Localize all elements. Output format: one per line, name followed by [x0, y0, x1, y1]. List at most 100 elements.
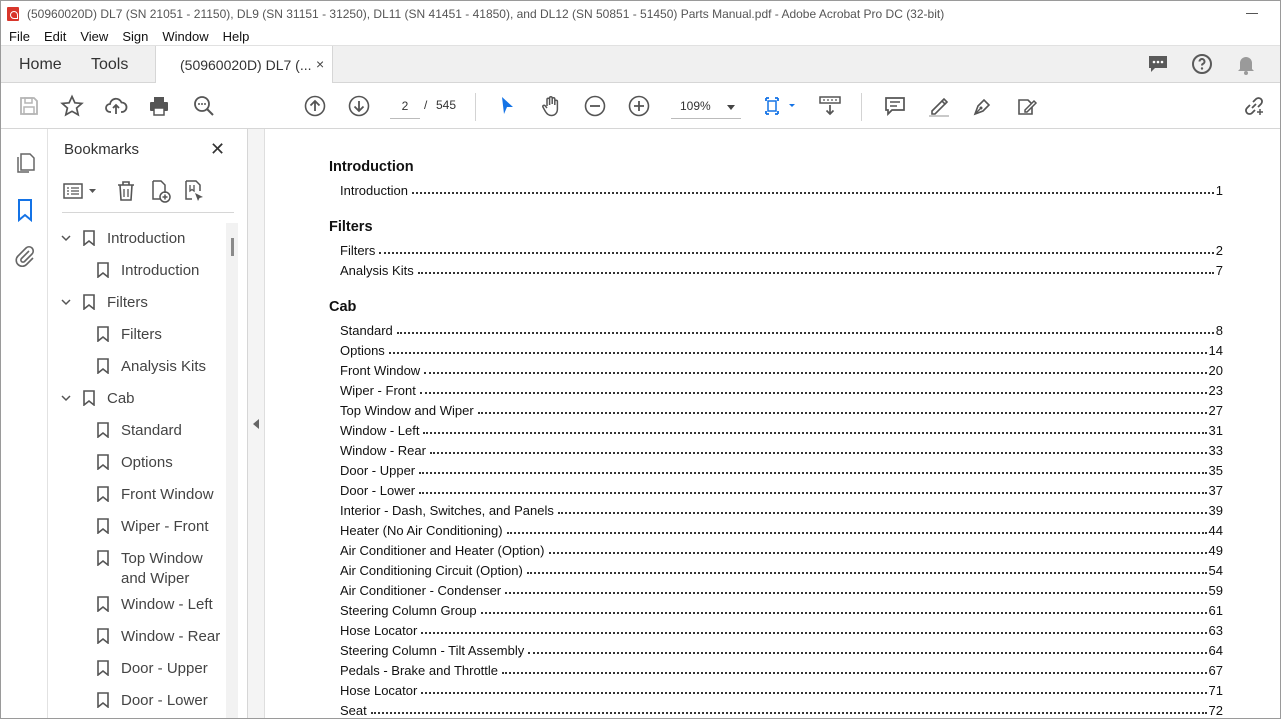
toc-entry[interactable]: Standard 8: [340, 318, 1223, 338]
menu-file[interactable]: File: [9, 29, 30, 44]
print-icon[interactable]: [147, 94, 171, 118]
toc-entry[interactable]: Introduction 1: [340, 178, 1223, 198]
highlight-pen-icon[interactable]: [927, 94, 951, 118]
toc-entry[interactable]: Seat 72: [340, 698, 1223, 718]
bookmark-item[interactable]: Introduction: [97, 261, 199, 281]
hand-tool-icon[interactable]: [539, 94, 563, 118]
chevron-down-icon[interactable]: [61, 297, 71, 307]
toc-entry-page: 23: [1208, 383, 1223, 398]
comments-icon[interactable]: [1146, 52, 1170, 81]
toc-entry[interactable]: Steering Column Group 61: [340, 598, 1223, 618]
tab-document[interactable]: (50960020D) DL7 (... ×: [155, 46, 333, 84]
toc-entry-title: Seat: [340, 703, 367, 718]
menu-view[interactable]: View: [80, 29, 108, 44]
toc-entry[interactable]: Options 14: [340, 338, 1223, 358]
menu-edit[interactable]: Edit: [44, 29, 66, 44]
toc-entry[interactable]: Top Window and Wiper 27: [340, 398, 1223, 418]
toc-entry[interactable]: Air Conditioner and Heater (Option) 49: [340, 538, 1223, 558]
close-panel-button[interactable]: ✕: [210, 139, 225, 160]
scrolling-mode-icon[interactable]: [818, 94, 842, 118]
attachments-paperclip-icon[interactable]: [13, 244, 37, 268]
bookmarks-title: Bookmarks: [64, 141, 140, 158]
toc-entry[interactable]: Front Window 20: [340, 358, 1223, 378]
comment-icon[interactable]: [883, 94, 907, 118]
toc-entry[interactable]: Steering Column - Tilt Assembly 64: [340, 638, 1223, 658]
previous-page-icon[interactable]: [303, 94, 327, 118]
toc-entry[interactable]: Heater (No Air Conditioning) 44: [340, 518, 1223, 538]
share-link-icon[interactable]: [1242, 94, 1266, 118]
bookmark-item[interactable]: Standard: [97, 421, 182, 441]
bookmark-item[interactable]: Front Window: [97, 485, 214, 505]
menu-sign[interactable]: Sign: [122, 29, 148, 44]
delete-bookmark-icon[interactable]: [114, 179, 138, 203]
toc-entry[interactable]: Hose Locator 71: [340, 678, 1223, 698]
tab-tools[interactable]: Tools: [91, 56, 128, 74]
menu-window[interactable]: Window: [162, 29, 208, 44]
toc-entry[interactable]: Air Conditioning Circuit (Option) 54: [340, 558, 1223, 578]
toc-entry[interactable]: Hose Locator 63: [340, 618, 1223, 638]
new-bookmark-icon[interactable]: [148, 179, 172, 203]
tab-bar: Home Tools (50960020D) DL7 (... ×: [1, 45, 1280, 84]
page-thumbnails-icon[interactable]: [13, 151, 37, 175]
toc-entry[interactable]: Interior - Dash, Switches, and Panels 39: [340, 498, 1223, 518]
fit-page-icon[interactable]: [763, 94, 797, 118]
bookmark-from-structure-icon[interactable]: [182, 179, 206, 203]
document-view[interactable]: Introduction Introduction 1 Filters Filte…: [265, 129, 1280, 718]
bookmark-item[interactable]: Top Window and Wiper: [97, 549, 217, 589]
next-page-icon[interactable]: [347, 94, 371, 118]
bookmark-item[interactable]: Filters: [97, 325, 162, 345]
tab-close-button[interactable]: ×: [316, 56, 324, 72]
select-cursor-icon[interactable]: [495, 94, 519, 118]
save-icon[interactable]: [17, 94, 41, 118]
chevron-down-icon[interactable]: [61, 233, 71, 243]
toc-entry[interactable]: Window - Rear 33: [340, 438, 1223, 458]
page-separator: /: [424, 98, 428, 112]
bookmark-item[interactable]: Door - Lower: [97, 691, 208, 711]
toc-entry[interactable]: Analysis Kits 7: [340, 258, 1223, 278]
menu-help[interactable]: Help: [223, 29, 250, 44]
find-text-icon[interactable]: [192, 94, 216, 118]
bookmark-item[interactable]: Door - Upper: [97, 659, 208, 679]
collapse-panel-button[interactable]: [248, 129, 265, 718]
bookmark-panel-icon[interactable]: [13, 198, 37, 223]
bookmark-item[interactable]: Cab: [61, 389, 135, 409]
chevron-down-icon[interactable]: [61, 393, 71, 403]
toc-entry[interactable]: Wiper - Front 23: [340, 378, 1223, 398]
bookmark-item[interactable]: Options: [97, 453, 173, 473]
toc-entry-title: Window - Rear: [340, 443, 426, 458]
toc-entry[interactable]: Air Conditioner - Condenser 59: [340, 578, 1223, 598]
bookmark-item[interactable]: Introduction: [61, 229, 185, 249]
zoom-dropdown[interactable]: 109%: [671, 95, 741, 119]
bookmark-label: Front Window: [121, 486, 214, 503]
toc-entry[interactable]: Door - Lower 37: [340, 478, 1223, 498]
top-right-icons: [1146, 52, 1258, 81]
upload-cloud-icon[interactable]: [104, 94, 128, 118]
toc-entry[interactable]: Pedals - Brake and Throttle 67: [340, 658, 1223, 678]
zoom-out-icon[interactable]: [583, 94, 607, 118]
notifications-bell-icon[interactable]: [1234, 52, 1258, 81]
bookmark-label: Wiper - Front: [121, 518, 209, 535]
minimize-button[interactable]: [1246, 13, 1258, 14]
bookmark-item[interactable]: Filters: [61, 293, 148, 313]
draw-pen-icon[interactable]: [971, 94, 995, 118]
bookmark-item[interactable]: Wiper - Front: [97, 517, 209, 537]
fill-sign-icon[interactable]: [1015, 94, 1039, 118]
main-toolbar: 2 / 545 109%: [1, 83, 1280, 129]
bookmark-options-icon[interactable]: [62, 179, 98, 203]
bookmarks-scroll-thumb[interactable]: [231, 238, 234, 256]
star-icon[interactable]: [60, 94, 84, 118]
help-icon[interactable]: [1190, 52, 1214, 81]
bookmark-item[interactable]: Window - Left: [97, 595, 213, 615]
dot-leader: [548, 552, 1207, 554]
dot-leader: [506, 532, 1207, 534]
toc-entry[interactable]: Window - Left 31: [340, 418, 1223, 438]
toc-entry[interactable]: Door - Upper 35: [340, 458, 1223, 478]
tab-home[interactable]: Home: [19, 56, 62, 74]
bookmark-item[interactable]: Analysis Kits: [97, 357, 206, 377]
zoom-in-icon[interactable]: [627, 94, 651, 118]
page-number-input[interactable]: 2: [390, 95, 420, 119]
dot-leader: [528, 652, 1207, 654]
bookmark-item[interactable]: Window - Rear: [97, 627, 220, 647]
toc-entry[interactable]: Filters 2: [340, 238, 1223, 258]
bookmarks-scrollbar[interactable]: [226, 223, 238, 718]
